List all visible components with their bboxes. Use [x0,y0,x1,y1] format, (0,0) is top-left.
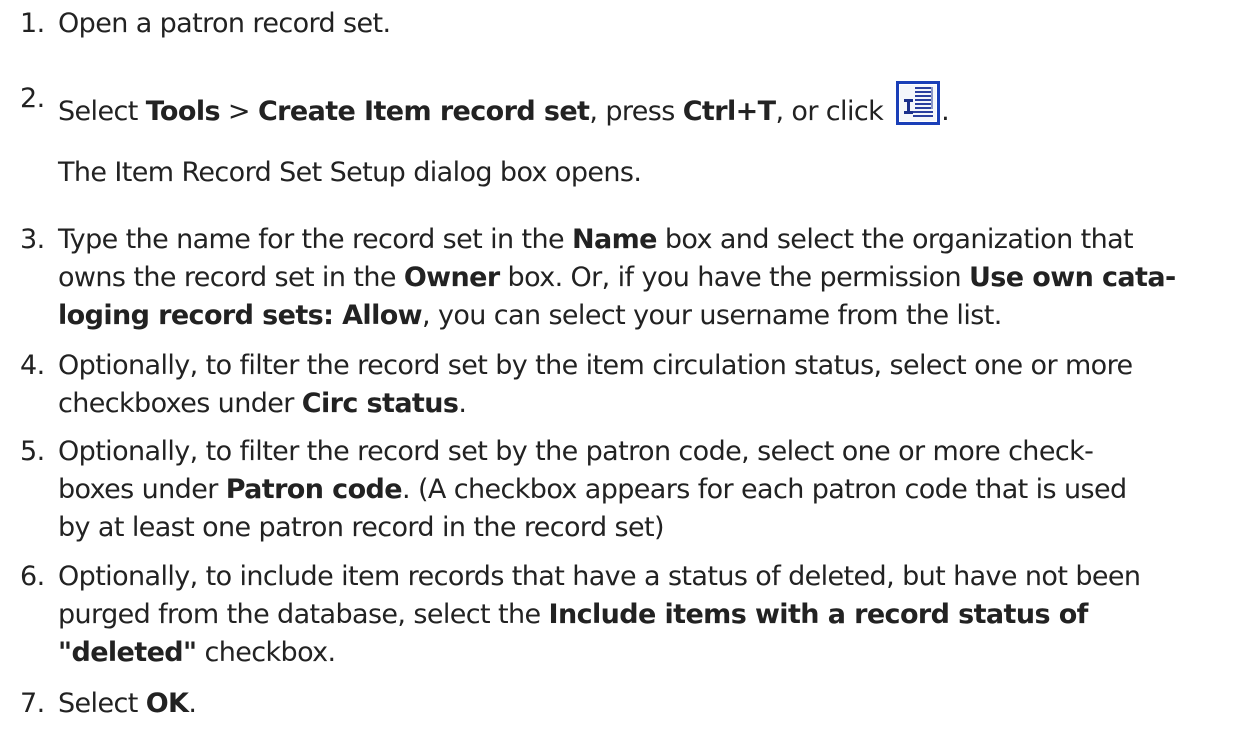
step-5: 5. Optionally, to filter the record set … [20,433,1230,547]
step-number: 5. [20,436,45,467]
step-number: 3. [20,224,45,255]
step-number: 2. [20,83,45,114]
step-3: 3. Type the name for the record set in t… [20,221,1230,335]
step-number: 1. [20,8,45,39]
step-text: Optionally, to include item records that… [58,561,1141,668]
step-text: Type the name for the record set in the … [58,224,1176,331]
step-7: 7. Select OK. [20,685,1230,723]
step-text: Select Tools > Create Item record set, p… [58,80,1230,131]
step-text: Optionally, to filter the record set by … [58,350,1133,419]
step-text: Select OK. [58,688,197,719]
menu-tools: Tools [145,96,221,127]
procedure-page: 1. Open a patron record set. 2. Select T… [0,0,1242,739]
step-1: 1. Open a patron record set. [20,5,1230,43]
step-2: 2. Select Tools > Create Item record set… [20,80,1230,131]
step-4: 4. Optionally, to filter the record set … [20,347,1230,423]
step-number: 7. [20,688,45,719]
step-6: 6. Optionally, to include item records t… [20,558,1230,672]
step-text: Open a patron record set. [58,8,391,39]
step-number: 4. [20,350,45,381]
create-item-record-set-icon [895,80,941,126]
menu-create-item-record-set: Create Item record set [257,96,590,127]
step-2-note: The Item Record Set Setup dialog box ope… [58,157,642,188]
step-number: 6. [20,561,45,592]
step-text: Optionally, to filter the record set by … [58,436,1127,543]
shortcut-ctrl-t: Ctrl+T [682,96,776,127]
